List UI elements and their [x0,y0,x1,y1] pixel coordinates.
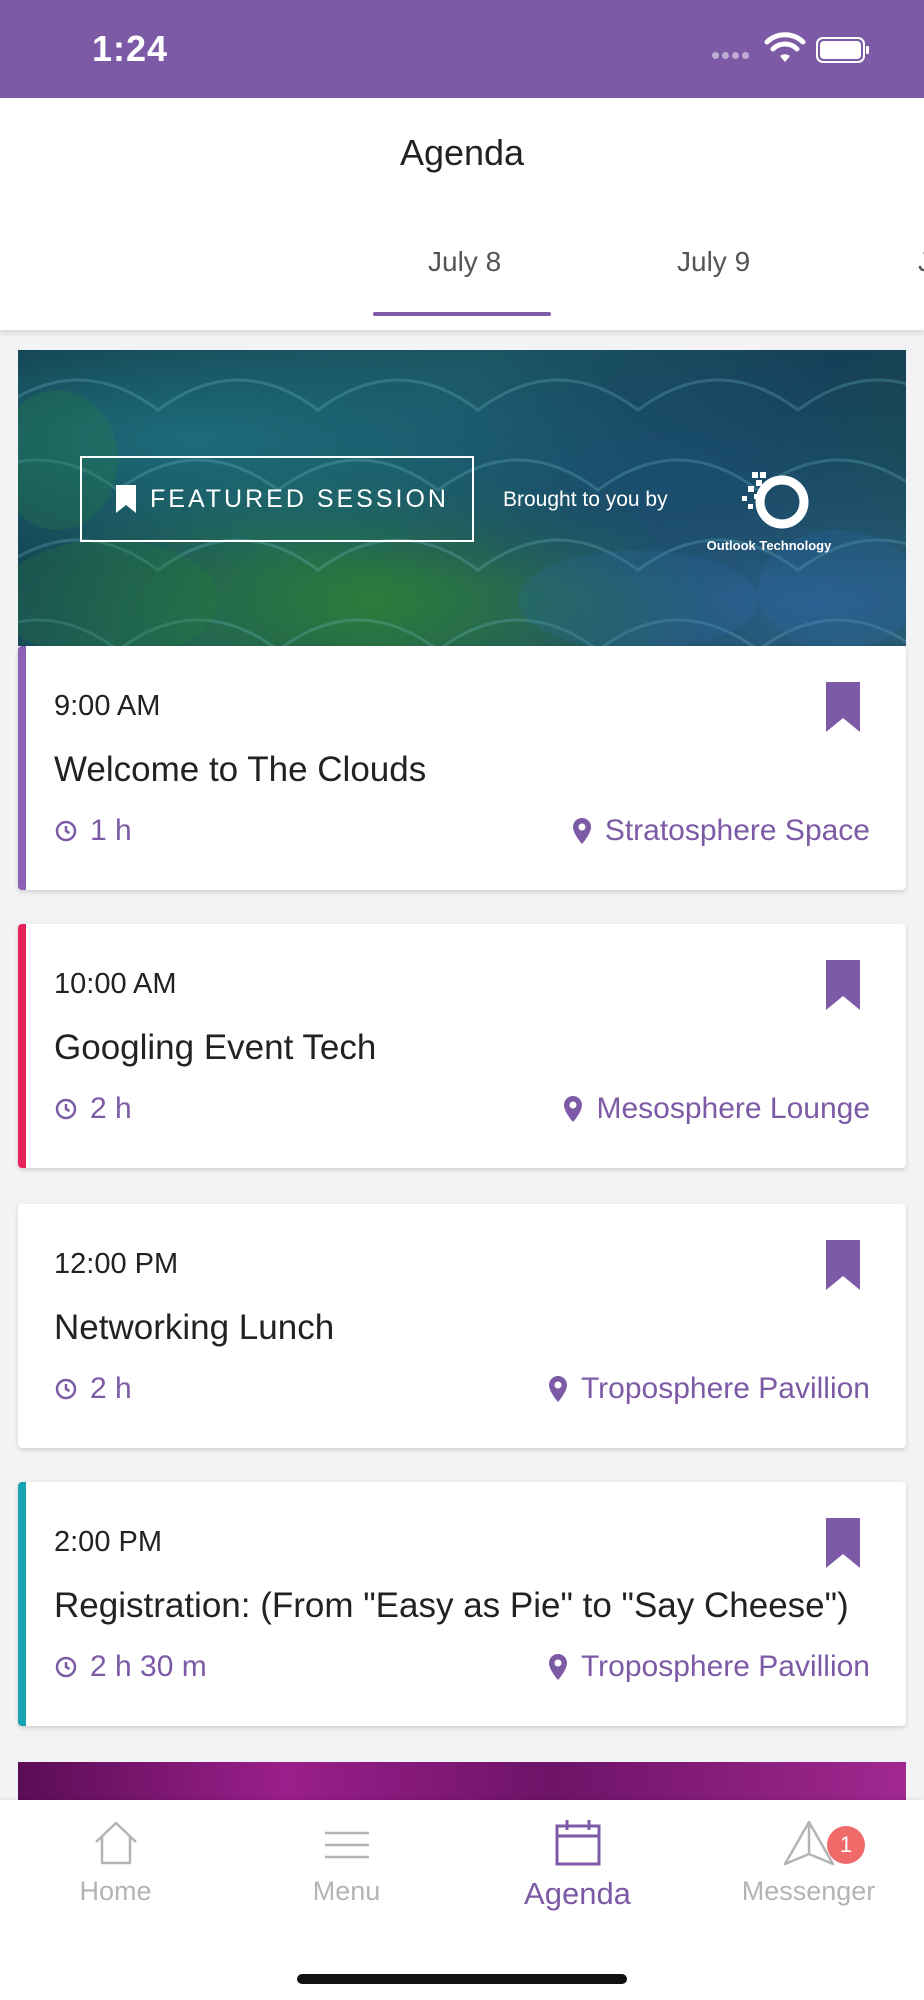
clock-icon [55,820,77,842]
location-pin-icon [564,1096,583,1122]
notification-badge: 1 [827,1826,865,1864]
session-time: 9:00 AM [54,690,161,722]
duration-text: 2 h [90,1372,132,1405]
menu-icon [324,1831,369,1859]
session-stripe [18,1482,26,1726]
nav-messenger[interactable]: 1 Messenger [693,1818,924,1907]
next-featured-banner[interactable] [18,1762,906,1800]
session-time: 12:00 PM [54,1248,179,1280]
nav-agenda-label: Agenda [524,1876,631,1911]
tab-july-9[interactable]: July 9 [677,246,750,278]
bookmark-icon[interactable] [826,682,860,732]
sponsor-name: Outlook Technology [706,538,832,553]
clock-icon [55,1098,77,1120]
sponsor-logo-icon [742,472,809,529]
active-tab-indicator [373,312,551,316]
battery-icon [816,37,869,63]
duration-text: 1 h [90,814,132,847]
signal-icon [712,52,749,59]
location-pin-icon [548,1376,567,1402]
tab-july-10[interactable]: J [918,246,924,278]
session-card-1[interactable]: 9:00 AM Welcome to The Clouds 1 h Strato… [18,646,906,890]
date-tabs: July 8 July 9 J [0,246,924,316]
brought-by-text: Brought to you by [503,488,668,511]
bookmark-icon[interactable] [826,960,860,1010]
home-indicator[interactable] [297,1974,627,1984]
location-pin-icon [548,1654,567,1680]
session-duration: 1 h [54,814,132,848]
session-stripe [18,924,26,1168]
session-title: Networking Lunch [54,1308,335,1347]
nav-messenger-label: Messenger [741,1876,876,1906]
wifi-icon [764,32,806,62]
session-card-3[interactable]: 12:00 PM Networking Lunch 2 h Tropospher… [18,1204,906,1448]
nav-menu[interactable]: Menu [231,1818,462,1907]
status-bar: 1:24 [0,0,924,98]
featured-session-label: FEATURED SESSION [80,456,474,542]
session-title: Welcome to The Clouds [54,750,427,789]
location-text: Mesosphere Lounge [596,1092,870,1125]
agenda-header: Agenda July 8 July 9 J [0,98,924,330]
session-location: Troposphere Pavillion [548,1650,870,1684]
status-time: 1:24 [92,28,169,69]
session-card-4[interactable]: 2:00 PM Registration: (From "Easy as Pie… [18,1482,906,1726]
session-duration: 2 h [54,1372,132,1406]
clock-icon [55,1378,77,1400]
location-pin-icon [572,818,591,844]
location-text: Troposphere Pavillion [580,1372,870,1405]
featured-session-banner[interactable]: FEATURED SESSION Brought to you by Outlo… [18,350,906,646]
bookmark-icon[interactable] [826,1240,860,1290]
session-stripe [18,646,26,890]
duration-text: 2 h 30 m [90,1650,207,1683]
nav-menu-label: Menu [312,1876,381,1906]
session-location: Troposphere Pavillion [548,1372,870,1406]
duration-text: 2 h [90,1092,132,1125]
calendar-icon [555,1820,600,1866]
bookmark-icon [116,485,136,513]
session-duration: 2 h [54,1092,132,1126]
nav-home[interactable]: Home [0,1818,231,1907]
location-text: Stratosphere Space [604,814,870,847]
session-list[interactable]: FEATURED SESSION Brought to you by Outlo… [0,330,924,1800]
agenda-screen: 1:24 Agenda July 8 July 9 J [0,0,924,2000]
home-icon [94,1821,137,1865]
page-title: Agenda [399,132,525,173]
session-location: Mesosphere Lounge [564,1092,870,1126]
session-card-2[interactable]: 10:00 AM Googling Event Tech 2 h Mesosph… [18,924,906,1168]
session-title: Registration: (From "Easy as Pie" to "Sa… [54,1586,849,1625]
featured-label-text: FEATURED SESSION [150,484,449,513]
clock-icon [55,1656,77,1678]
location-text: Troposphere Pavillion [580,1650,870,1683]
tab-july-8[interactable]: July 8 [428,246,501,278]
bottom-nav: Home Menu Agenda 1 Messenger [0,1800,924,2000]
bookmark-icon[interactable] [826,1518,860,1568]
session-time: 10:00 AM [54,968,177,1000]
session-title: Googling Event Tech [54,1028,377,1067]
session-time: 2:00 PM [54,1526,162,1558]
nav-agenda[interactable]: Agenda [462,1818,693,1912]
session-location: Stratosphere Space [572,814,870,848]
session-duration: 2 h 30 m [54,1650,207,1684]
nav-home-label: Home [79,1876,152,1906]
